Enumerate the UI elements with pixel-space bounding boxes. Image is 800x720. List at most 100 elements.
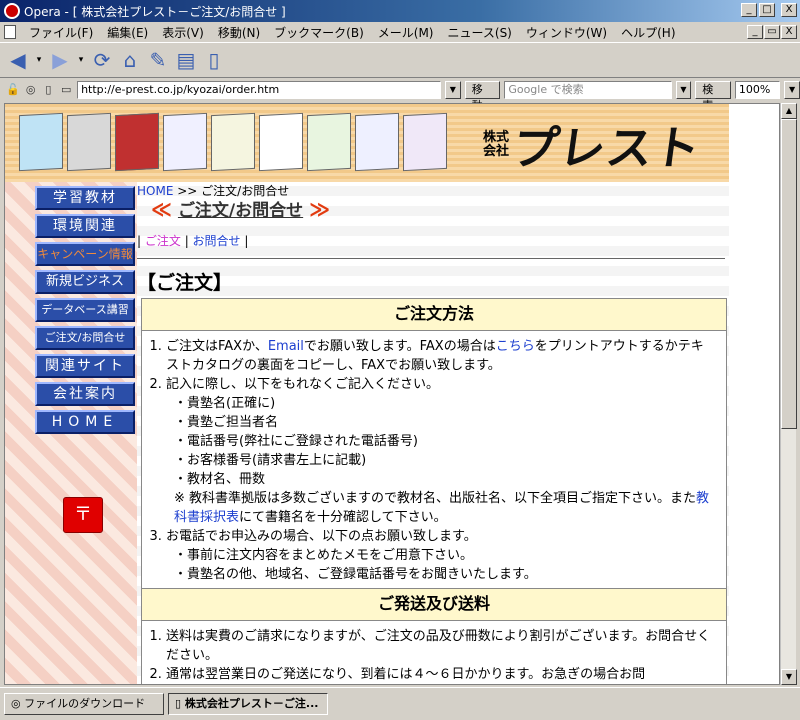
textbook-note: ※ 教科書準拠版は多数ございますので教材名、出版社名、以下全項目ご指定下さい。ま… (174, 491, 710, 525)
document-icon (4, 25, 16, 39)
menu-bar: ファイル(F) 編集(E) 表示(V) 移動(N) ブックマーク(B) メール(… (0, 22, 800, 42)
order-method-title: ご注文方法 (142, 299, 726, 331)
address-toolbar: 🔓 ◎ ▯ ▭ http://e-prest.co.jp/kyozai/orde… (0, 79, 800, 112)
menu-window[interactable]: ウィンドウ(W) (519, 24, 614, 41)
zoom-select[interactable]: 100% (734, 81, 781, 99)
sidenav-learning-materials[interactable]: 学習教材 (35, 186, 135, 210)
list-item: 記入に際し、以下をもれなくご記入ください。 貴塾名(正確に) 貴塾ご担当者名 電… (166, 375, 716, 527)
page-heading: ≪ ご注文/お問合せ ≫ (151, 196, 331, 222)
menu-mail[interactable]: メール(M) (371, 24, 441, 41)
list-item: ご注文はFAXか、Emailでお願い致します。FAXの場合はこちらをプリントアウ… (166, 337, 716, 375)
right-chevron-icon: ≫ (309, 196, 331, 221)
mdi-close-button[interactable]: X (781, 25, 797, 39)
search-input[interactable]: Google で検索 (504, 81, 672, 99)
phone-point: 事前に注文内容をまとめたメモをご用意下さい。 (174, 546, 716, 565)
menu-edit[interactable]: 編集(E) (100, 24, 155, 41)
hotlist-icon[interactable]: ✎ (146, 47, 170, 73)
fax-form-link[interactable]: こちら (496, 339, 535, 354)
list-item: 送料は実費のご請求になりますが、ご注文の品及び冊数により割引がございます。お問合… (166, 627, 716, 665)
back-dropdown-icon[interactable]: ▾ (34, 47, 44, 73)
zoom-dropdown-icon[interactable]: ▼ (784, 81, 800, 99)
section-title: 【ご注文】 (137, 272, 233, 294)
shipping-body: 送料は実費のご請求になりますが、ご注文の品及び冊数により割引がございます。お問合… (142, 621, 726, 684)
field-item: 電話番号(弊社にご登録された電話番号) (174, 432, 716, 451)
sidenav-related-sites[interactable]: 関連サイト (35, 354, 135, 378)
subnav-order-link[interactable]: ご注文 (145, 234, 181, 248)
page-tab-icon: ▯ (175, 697, 185, 710)
book-covers-image (19, 112, 469, 174)
close-button[interactable]: X (781, 3, 797, 17)
divider (137, 258, 725, 259)
page-title: ご注文/お問合せ (177, 201, 304, 221)
left-chevron-icon: ≪ (151, 196, 172, 221)
maximize-button[interactable]: □ (759, 3, 775, 17)
logo-kabushiki: 株式 会社 (483, 130, 510, 159)
list-item: 通常は翌営業日のご発送になり、到着には４～６日かかります。お急ぎの場合お問 (166, 665, 716, 684)
print-preview-icon[interactable]: ▭ (59, 83, 73, 97)
field-item: お客様番号(請求書左上に記載) (174, 451, 716, 470)
sidenav-company-info[interactable]: 会社案内 (35, 382, 135, 406)
sidenav-order-inquiry[interactable]: ご注文/お問合せ (35, 326, 135, 350)
sidenav-database-course[interactable]: データベース講習 (35, 298, 135, 322)
sub-navigation: | ご注文 | お問合せ | (137, 234, 249, 248)
menu-bookmarks[interactable]: ブックマーク(B) (267, 24, 371, 41)
sidenav-campaign[interactable]: キャンペーン情報 (35, 242, 135, 266)
tab-active-page[interactable]: ▯ 株式会社プレスト－ご注... (168, 693, 328, 715)
scroll-up-arrow-icon[interactable]: ▲ (781, 103, 797, 119)
menu-file[interactable]: ファイル(F) (22, 24, 100, 41)
home-icon[interactable]: ⌂ (118, 47, 142, 73)
url-input[interactable]: http://e-prest.co.jp/kyozai/order.htm (77, 81, 441, 99)
go-button[interactable]: 移動 (464, 81, 501, 112)
url-dropdown-icon[interactable]: ▼ (444, 81, 461, 99)
page-icon[interactable]: ▯ (42, 83, 56, 97)
sidenav-home[interactable]: HOME (35, 410, 135, 434)
window-title: Opera - [ 株式会社プレスト－ご注文/お問合せ ] (24, 4, 286, 19)
web-page: 株式 会社 プレスト 学習教材 環境関連 キャンペーン情報 新規ビジネス データ… (5, 104, 779, 684)
security-lock-icon[interactable]: 🔓 (6, 83, 20, 97)
side-navigation: 学習教材 環境関連 キャンペーン情報 新規ビジネス データベース講習 ご注文/お… (35, 186, 135, 434)
shipping-panel: ご発送及び送料 送料は実費のご請求になりますが、ご注文の品及び冊数により割引がご… (141, 588, 727, 684)
print-icon[interactable]: ▤ (174, 47, 198, 73)
back-arrow-icon[interactable]: ◀ (6, 47, 30, 73)
cookie-icon[interactable]: ◎ (24, 83, 38, 97)
site-banner: 株式 会社 プレスト (5, 104, 729, 182)
title-bar: Opera - [ 株式会社プレスト－ご注文/お問合せ ] _ □ X (0, 0, 800, 22)
scroll-down-arrow-icon[interactable]: ▼ (781, 669, 797, 685)
forward-dropdown-icon[interactable]: ▾ (76, 47, 86, 73)
tab-downloads[interactable]: ◎ ファイルのダウンロード (4, 693, 164, 715)
vertical-scrollbar[interactable]: ▲ ▼ (780, 103, 797, 685)
shipping-title: ご発送及び送料 (142, 589, 726, 621)
download-icon: ◎ (11, 697, 25, 710)
menu-news[interactable]: ニュース(S) (440, 24, 518, 41)
list-item: お電話でお申込みの場合、以下の点お願い致します。 事前に注文内容をまとめたメモを… (166, 527, 716, 584)
phone-point: 貴塾名の他、地域名、ご登録電話番号をお聞きいたします。 (174, 565, 716, 584)
forward-arrow-icon[interactable]: ▶ (48, 47, 72, 73)
email-link[interactable]: Email (268, 339, 304, 354)
order-method-panel: ご注文方法 ご注文はFAXか、Emailでお願い致します。FAXの場合はこちらを… (141, 298, 727, 589)
search-engine-dropdown-icon[interactable]: ▼ (675, 81, 692, 99)
logo-name: プレスト (508, 121, 705, 175)
company-logo[interactable]: 株式 会社 プレスト (483, 112, 704, 178)
opera-logo-icon (4, 3, 20, 19)
menu-help[interactable]: ヘルプ(H) (614, 24, 682, 41)
mdi-minimize-button[interactable]: _ (747, 25, 763, 39)
field-item: 貴塾ご担当者名 (174, 413, 716, 432)
mdi-restore-button[interactable]: ▭ (764, 25, 780, 39)
window-controls: _ □ X (741, 3, 797, 17)
reload-icon[interactable]: ⟳ (90, 47, 114, 73)
minimize-button[interactable]: _ (741, 3, 757, 17)
scroll-thumb[interactable] (781, 119, 797, 429)
new-page-icon[interactable]: ▯ (202, 47, 226, 73)
order-method-body: ご注文はFAXか、Emailでお願い致します。FAXの場合はこちらをプリントアウ… (142, 331, 726, 588)
menu-navigate[interactable]: 移動(N) (211, 24, 267, 41)
field-item: 教材名、冊数 (174, 470, 716, 489)
field-item: 貴塾名(正確に) (174, 394, 716, 413)
menu-view[interactable]: 表示(V) (155, 24, 211, 41)
postbox-icon: 〒 (63, 497, 103, 533)
search-button[interactable]: 検索 (695, 81, 731, 112)
sidenav-new-business[interactable]: 新規ビジネス (35, 270, 135, 294)
sidenav-environment[interactable]: 環境関連 (35, 214, 135, 238)
mdi-controls: _ ▭ X (747, 25, 797, 39)
page-bar: ◎ ファイルのダウンロード ▯ 株式会社プレスト－ご注... (0, 687, 800, 720)
subnav-inquiry-link[interactable]: お問合せ (193, 234, 241, 248)
